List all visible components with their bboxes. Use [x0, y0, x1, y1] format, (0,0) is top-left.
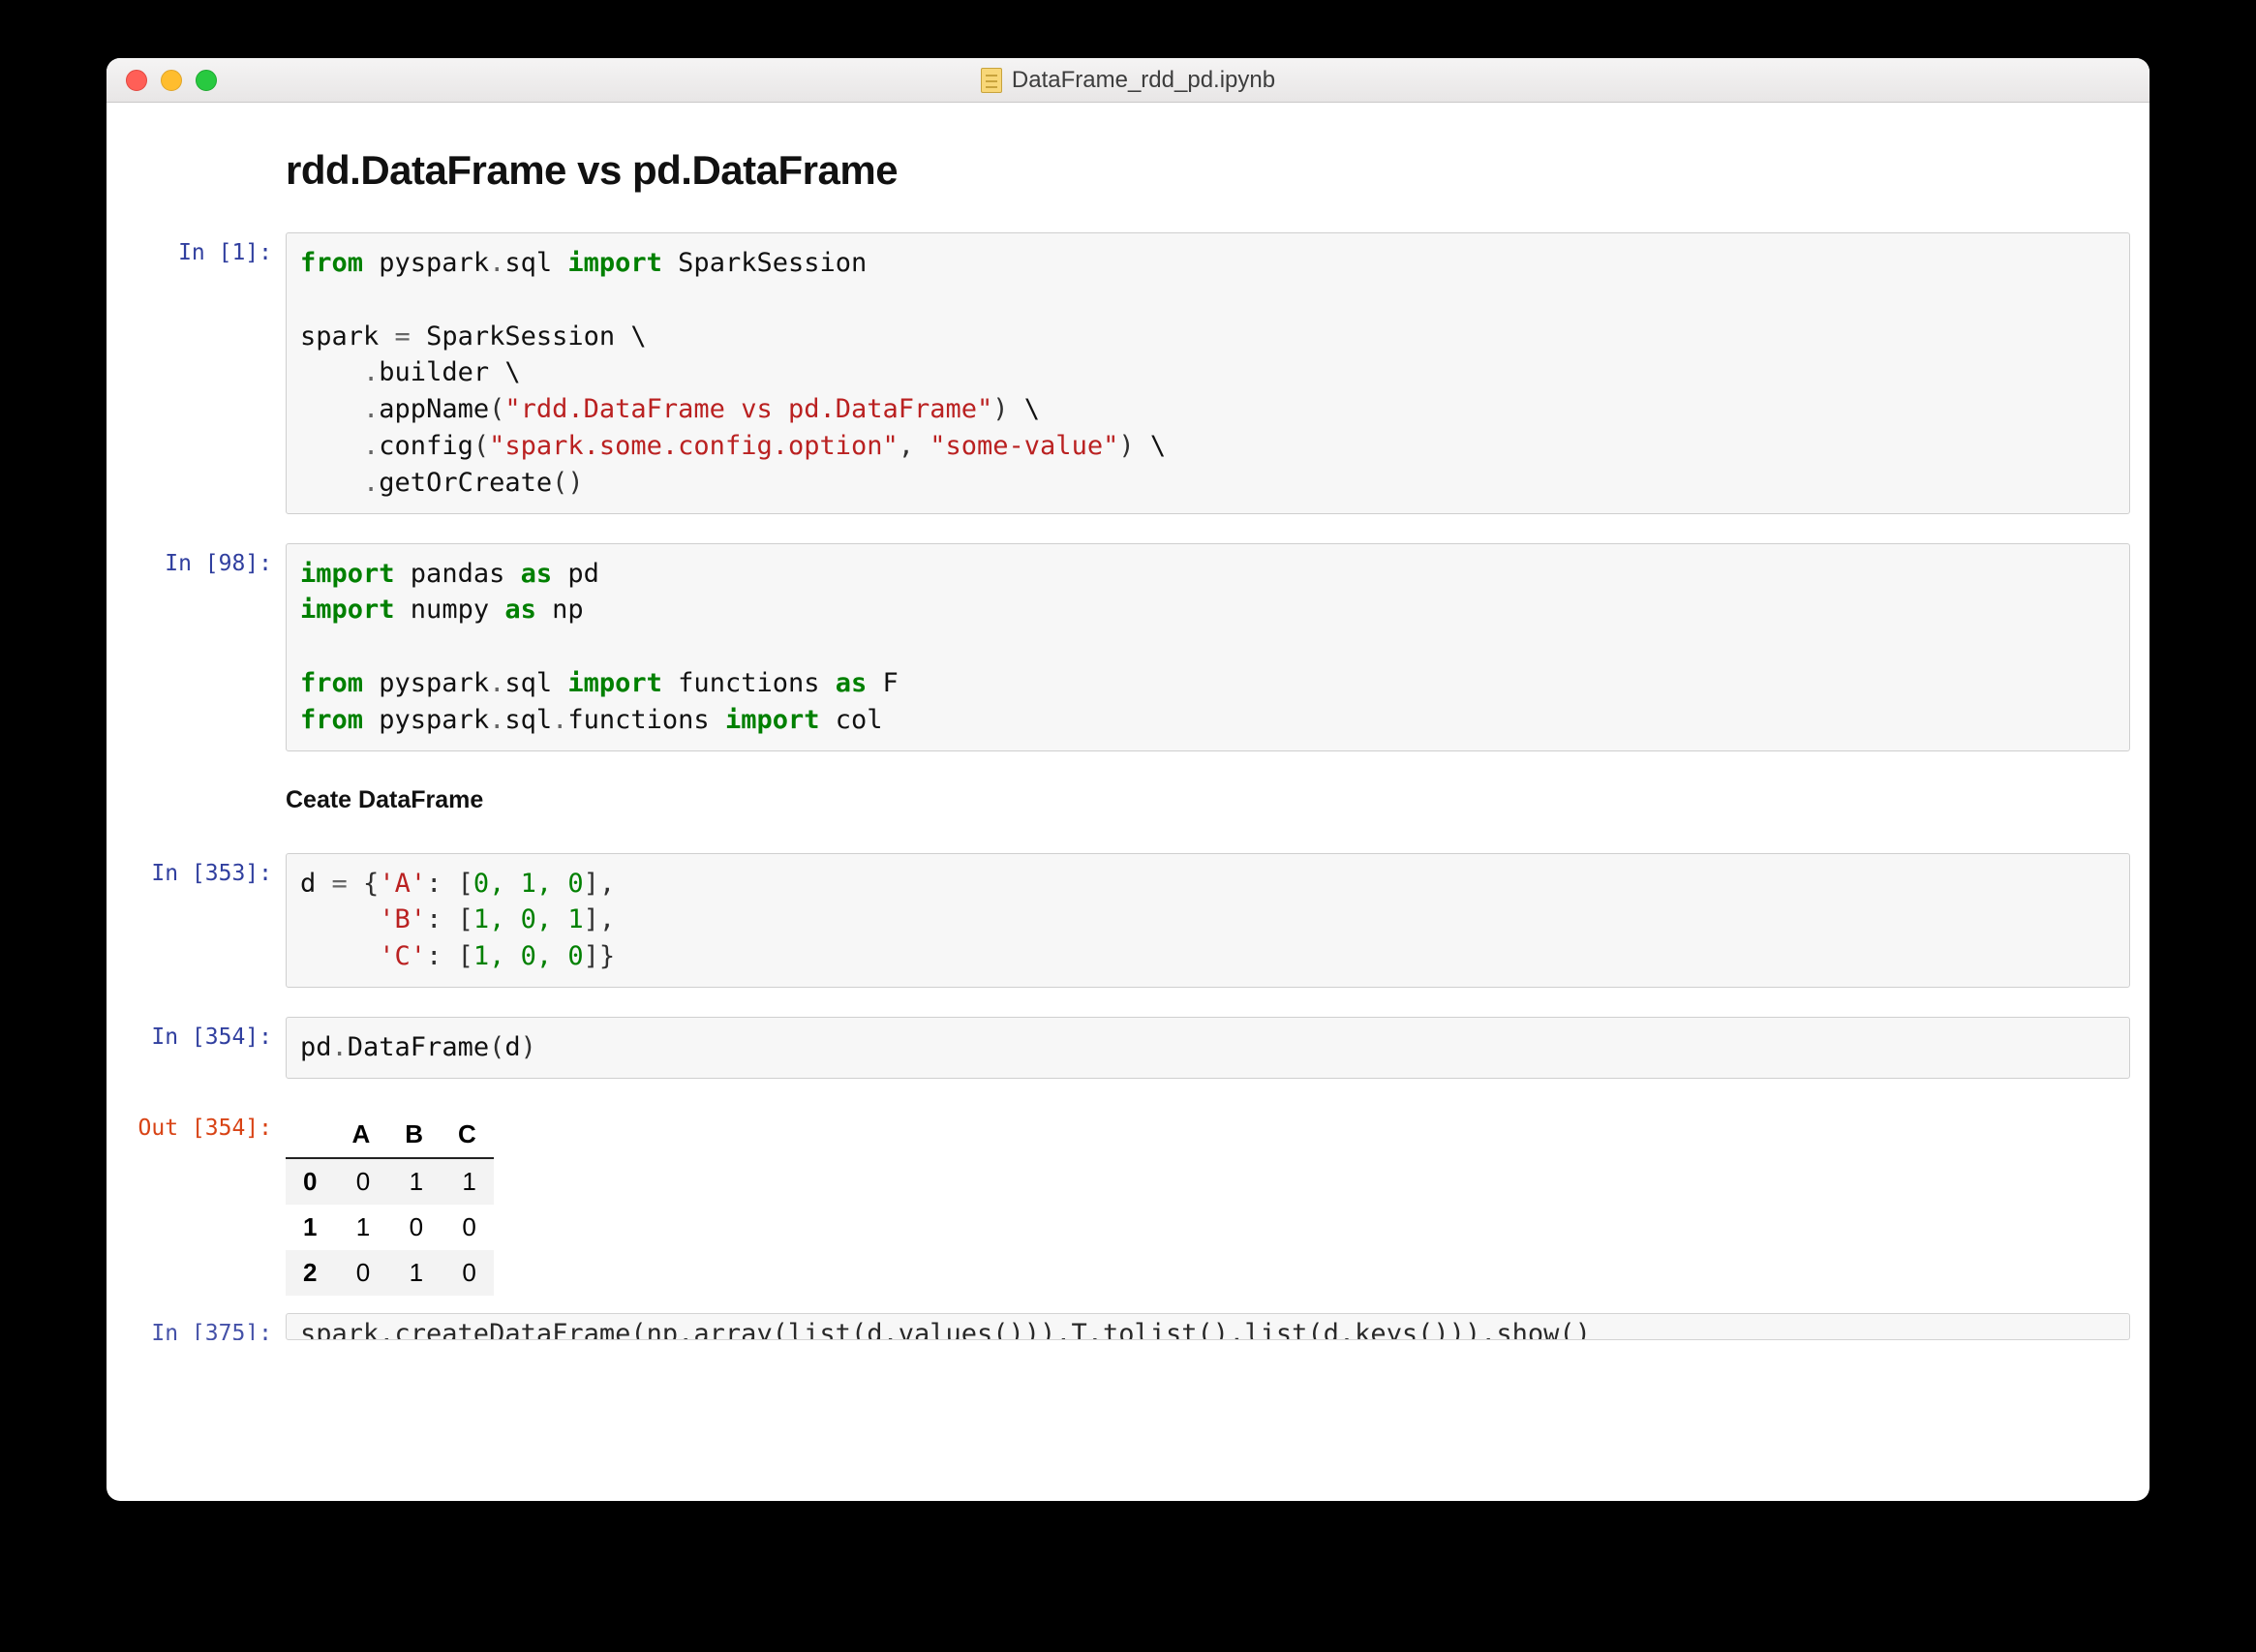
- code-input-354[interactable]: pd.DataFrame(d): [286, 1017, 2130, 1079]
- col-header: C: [441, 1112, 494, 1158]
- notebook-icon: [981, 68, 1002, 93]
- code-cell-375-clipped[interactable]: In [375]: spark.createDataFrame(np.array…: [126, 1313, 2130, 1340]
- prompt-in-354: In [354]:: [126, 1017, 286, 1079]
- heading-sub: Ceate DataFrame: [286, 786, 2130, 814]
- code-input-375[interactable]: spark.createDataFrame(np.array(list(d.va…: [286, 1313, 2130, 1340]
- cell: 0: [441, 1205, 494, 1250]
- prompt-in-98: In [98]:: [126, 543, 286, 751]
- table-header-row: A B C: [286, 1112, 494, 1158]
- dataframe-output: A B C 0 0 1 1 1: [286, 1112, 494, 1296]
- cell: 0: [334, 1158, 387, 1205]
- code-input-353[interactable]: d = {'A': [0, 1, 0], 'B': [1, 0, 1], 'C'…: [286, 853, 2130, 988]
- col-header: A: [334, 1112, 387, 1158]
- table-row: 2 0 1 0: [286, 1250, 494, 1296]
- cell: 1: [334, 1205, 387, 1250]
- cell: 1: [387, 1158, 441, 1205]
- col-header: B: [387, 1112, 441, 1158]
- cell: 1: [441, 1158, 494, 1205]
- table-row: 1 1 0 0: [286, 1205, 494, 1250]
- window-title: DataFrame_rdd_pd.ipynb: [107, 67, 2149, 94]
- notebook-body[interactable]: rdd.DataFrame vs pd.DataFrame In [1]: fr…: [107, 103, 2149, 1501]
- table-row: 0 0 1 1: [286, 1158, 494, 1205]
- output-cell-354: Out [354]: A B C 0 0: [126, 1108, 2130, 1296]
- prompt-in-353: In [353]:: [126, 853, 286, 988]
- row-index: 0: [286, 1158, 334, 1205]
- window-title-text: DataFrame_rdd_pd.ipynb: [1012, 67, 1275, 94]
- cell: 1: [387, 1250, 441, 1296]
- heading-main: rdd.DataFrame vs pd.DataFrame: [286, 147, 2130, 194]
- prompt-in-375: In [375]:: [126, 1313, 286, 1340]
- row-index: 2: [286, 1250, 334, 1296]
- app-window: DataFrame_rdd_pd.ipynb rdd.DataFrame vs …: [107, 58, 2149, 1501]
- markdown-cell[interactable]: rdd.DataFrame vs pd.DataFrame: [126, 141, 2130, 203]
- prompt-empty-2: [126, 780, 286, 824]
- row-index: 1: [286, 1205, 334, 1250]
- prompt-out-354: Out [354]:: [126, 1108, 286, 1296]
- close-button[interactable]: [126, 70, 147, 91]
- prompt-in-1: In [1]:: [126, 232, 286, 514]
- window-titlebar: DataFrame_rdd_pd.ipynb: [107, 58, 2149, 103]
- zoom-button[interactable]: [196, 70, 217, 91]
- prompt-empty: [126, 141, 286, 203]
- markdown-cell-2[interactable]: Ceate DataFrame: [126, 780, 2130, 824]
- code-cell-98[interactable]: In [98]: import pandas as pd import nump…: [126, 543, 2130, 751]
- code-cell-354[interactable]: In [354]: pd.DataFrame(d): [126, 1017, 2130, 1079]
- code-input-1[interactable]: from pyspark.sql import SparkSession spa…: [286, 232, 2130, 514]
- code-input-98[interactable]: import pandas as pd import numpy as np f…: [286, 543, 2130, 751]
- minimize-button[interactable]: [161, 70, 182, 91]
- code-cell-353[interactable]: In [353]: d = {'A': [0, 1, 0], 'B': [1, …: [126, 853, 2130, 988]
- cell: 0: [334, 1250, 387, 1296]
- cell: 0: [441, 1250, 494, 1296]
- window-controls: [107, 70, 217, 91]
- code-cell-1[interactable]: In [1]: from pyspark.sql import SparkSes…: [126, 232, 2130, 514]
- cell: 0: [387, 1205, 441, 1250]
- corner-cell: [286, 1112, 334, 1158]
